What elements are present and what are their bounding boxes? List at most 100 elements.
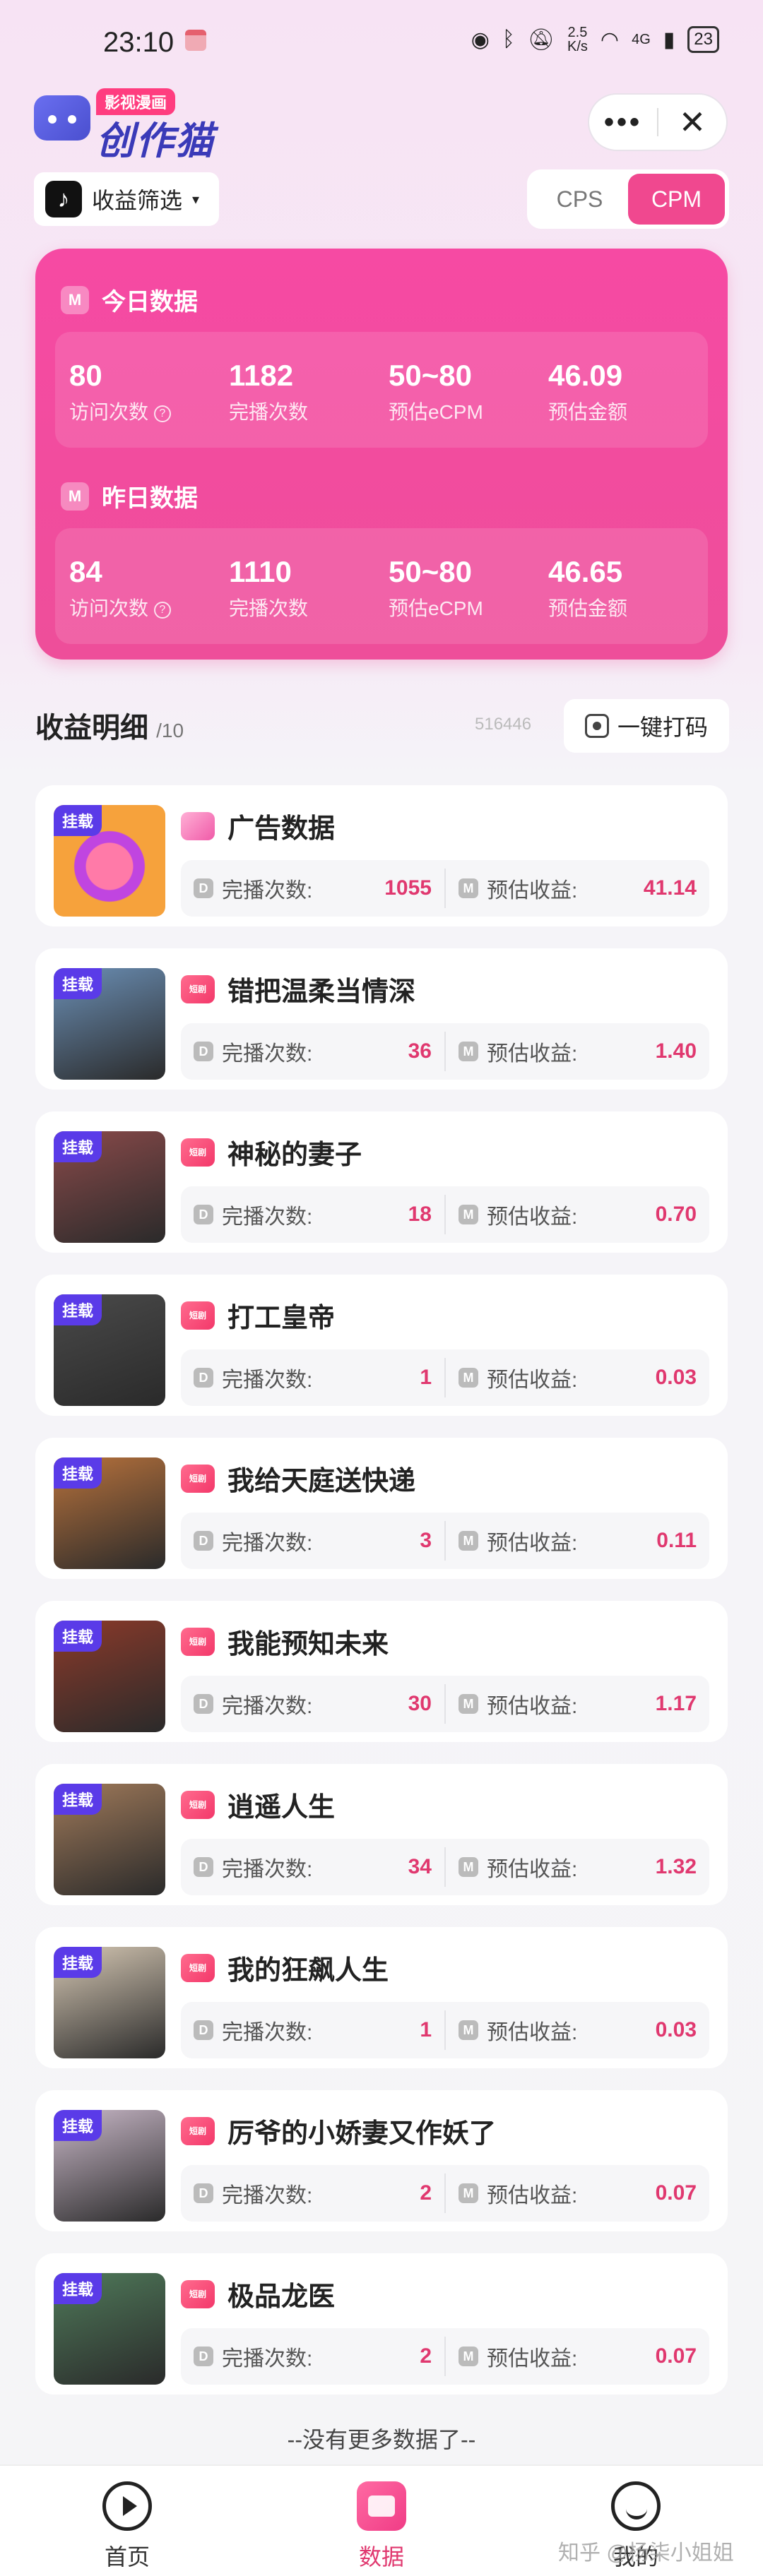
item-metrics: D 完播次数: 3 M 预估收益: 0.11 [181,1513,709,1569]
plays-value: 34 [408,1855,432,1878]
income-value: 1.17 [655,1692,697,1715]
metric-plays: D 完播次数: 1 [181,1362,444,1393]
bluetooth-icon: ᛒ [502,28,515,51]
income-filter-button[interactable]: ♪ 收益筛选 ▾ [34,172,220,226]
caret-down-icon: ▾ [192,191,200,208]
more-button[interactable]: ••• [589,108,657,136]
item-title: 短剧 错把温柔当情深 [181,970,415,1008]
today-title: M 今日数据 [61,282,198,317]
poster-thumbnail: 挂载 [54,1294,165,1406]
metric-income: M 预估收益: 0.11 [446,1525,709,1556]
tab-cpm[interactable]: CPM [628,174,725,225]
item-metrics: D 完播次数: 1 M 预估收益: 0.03 [181,2002,709,2058]
nav-data[interactable]: 数据 [332,2481,431,2572]
poster-thumbnail: 挂载 [54,1947,165,2058]
income-icon: M [459,878,478,898]
metric-plays: D 完播次数: 3 [181,1525,444,1556]
filter-label: 收益筛选 [92,188,183,213]
item-title: 广告数据 [181,806,335,845]
clock: 23:10 [103,27,175,58]
income-value: 1.40 [655,1039,697,1063]
smile-icon [611,2481,661,2531]
metric-income: M 预估收益: 0.07 [446,2341,709,2372]
list-item[interactable]: 挂载 广告数据 D 完播次数: 1055 M 预估收益: 41.14 [35,785,728,926]
folder-icon [357,2481,406,2531]
drama-icon: 短剧 [181,2116,215,2145]
list-item[interactable]: 挂载 短剧 厉爷的小娇妻又作妖了 D 完播次数: 2 M 预估收益: 0.07 [35,2090,728,2231]
income-value: 0.07 [655,2344,697,2368]
nav-home[interactable]: 首页 [78,2481,177,2572]
metric-plays: D 完播次数: 34 [181,1852,444,1883]
stat-amount: 46.09 预估金额 [548,359,628,423]
metric-plays: D 完播次数: 1 [181,2015,444,2046]
list-item[interactable]: 挂载 短剧 我的狂飙人生 D 完播次数: 1 M 预估收益: 0.03 [35,1927,728,2068]
plays-icon: D [194,1857,213,1877]
detail-count: /10 [156,720,184,741]
list-item[interactable]: 挂载 短剧 我能预知未来 D 完播次数: 30 M 预估收益: 1.17 [35,1601,728,1742]
mount-tag: 挂载 [54,1784,102,1815]
poster-thumbnail: 挂载 [54,1457,165,1569]
item-title: 短剧 我的狂飙人生 [181,1948,389,1987]
mask-code-button[interactable]: 一键打码 [564,699,729,753]
stat-ecpm: 50~80 预估eCPM [389,555,483,619]
income-icon: M [459,1857,478,1877]
mount-tag: 挂载 [54,2273,102,2304]
mini-program-capsule: ••• ✕ [588,93,728,151]
cat-logo-icon [34,95,90,141]
item-metrics: D 完播次数: 36 M 预估收益: 1.40 [181,1023,709,1080]
drama-icon: 短剧 [181,1953,215,1982]
metric-income: M 预估收益: 1.32 [446,1852,709,1883]
list-item[interactable]: 挂载 短剧 逍遥人生 D 完播次数: 34 M 预估收益: 1.32 [35,1764,728,1905]
poster-thumbnail: 挂载 [54,968,165,1080]
plays-value: 1 [420,2018,432,2041]
signal-icon: ▮ [663,28,675,52]
income-icon: M [459,2020,478,2040]
metric-plays: D 完播次数: 18 [181,1199,444,1230]
no-more-text: --没有更多数据了-- [287,2427,476,2452]
m-icon: M [61,285,89,314]
signal-label: 4G [632,31,651,47]
tab-cps[interactable]: CPS [531,174,628,225]
stat-plays: 1110 完播次数 [229,555,309,619]
app-logo: 影视漫画 创作猫 [34,88,288,162]
help-icon[interactable]: ? [153,405,171,422]
list-item[interactable]: 挂载 短剧 打工皇帝 D 完播次数: 1 M 预估收益: 0.03 [35,1275,728,1416]
plays-icon: D [194,878,213,898]
plays-value: 1055 [384,876,432,900]
plays-icon: D [194,1368,213,1388]
yesterday-stats: 84 访问次数 ? 1110 完播次数 50~80 预估eCPM 46.65 预… [55,528,708,644]
mount-tag: 挂载 [54,968,102,999]
mount-tag: 挂载 [54,1294,102,1325]
calendar-icon [185,30,206,51]
poster-thumbnail: 挂载 [54,1621,165,1732]
ad-icon [181,811,215,840]
item-metrics: D 完播次数: 34 M 预估收益: 1.32 [181,1839,709,1895]
plays-value: 30 [408,1692,432,1715]
user-id: 516446 [475,715,532,734]
metric-plays: D 完播次数: 1055 [181,873,444,904]
metric-plays: D 完播次数: 36 [181,1036,444,1067]
status-bar: 23:10 ◉ ᛒ 🔕︎ 2.5 K/s ◠ 4G ▮ 23 [0,0,763,78]
logo-text: 创作猫 [96,120,215,162]
list-item[interactable]: 挂载 短剧 神秘的妻子 D 完播次数: 18 M 预估收益: 0.70 [35,1111,728,1253]
item-metrics: D 完播次数: 2 M 预估收益: 0.07 [181,2165,709,2222]
metric-income: M 预估收益: 1.40 [446,1036,709,1067]
list-item[interactable]: 挂载 短剧 极品龙医 D 完播次数: 2 M 预估收益: 0.07 [35,2253,728,2395]
drama-icon: 短剧 [181,1790,215,1819]
income-value: 0.07 [655,2181,697,2205]
yesterday-title: M 昨日数据 [61,479,198,513]
item-title: 短剧 逍遥人生 [181,1785,335,1824]
income-icon: M [459,1694,478,1714]
drama-icon: 短剧 [181,1138,215,1167]
list-item[interactable]: 挂载 短剧 错把温柔当情深 D 完播次数: 36 M 预估收益: 1.40 [35,948,728,1090]
camera-icon [584,714,609,738]
help-icon[interactable]: ? [153,601,171,619]
item-title: 短剧 厉爷的小娇妻又作妖了 [181,2111,496,2150]
plays-icon: D [194,1694,213,1714]
item-metrics: D 完播次数: 1055 M 预估收益: 41.14 [181,860,709,917]
plays-value: 2 [420,2181,432,2205]
close-button[interactable]: ✕ [658,103,726,141]
plays-icon: D [194,1042,213,1061]
plays-value: 18 [408,1203,432,1226]
list-item[interactable]: 挂载 短剧 我给天庭送快递 D 完播次数: 3 M 预估收益: 0.11 [35,1438,728,1579]
